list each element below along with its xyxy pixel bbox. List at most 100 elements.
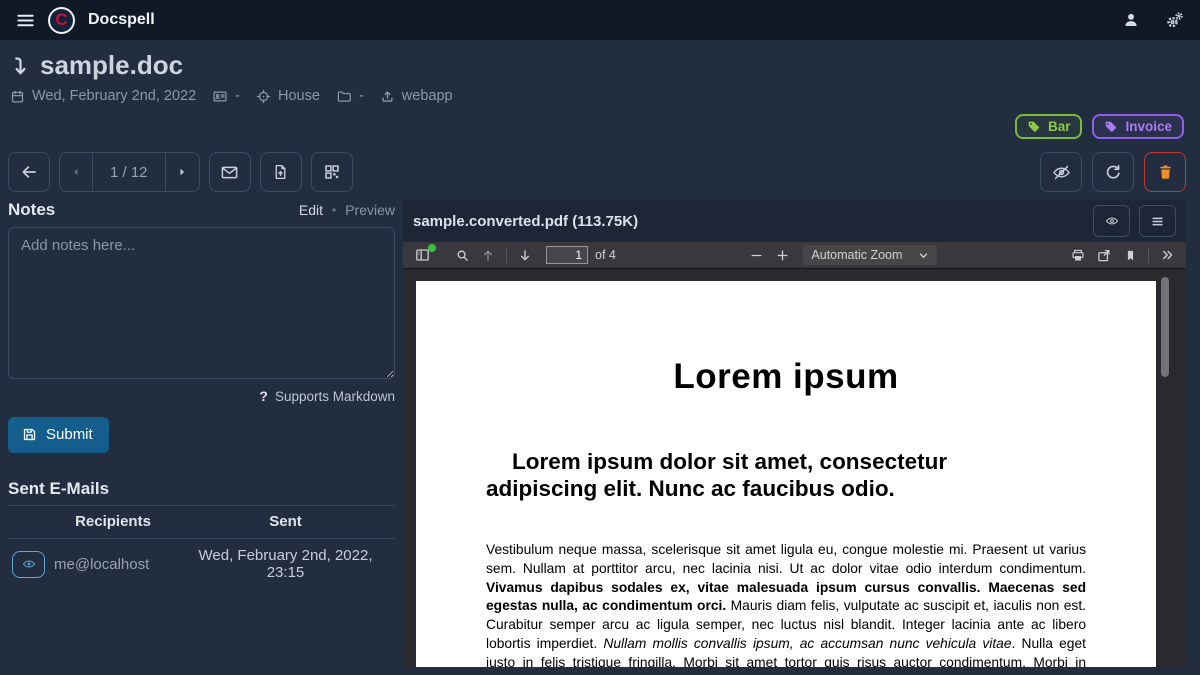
sidebar-toggle-button[interactable] [409, 244, 435, 267]
pdf-header-buttons [1093, 205, 1176, 237]
mail-button[interactable] [209, 152, 251, 192]
sent-emails-title: Sent E-Mails [8, 479, 395, 499]
prev-item-button[interactable] [60, 153, 93, 191]
page-indicator: 1 / 12 [93, 153, 166, 191]
toolbar-right [1040, 152, 1186, 192]
item-title-row: sample.doc [10, 50, 1184, 81]
scrollbar[interactable] [1161, 277, 1169, 377]
mail-recipient: me@localhost [50, 539, 176, 590]
refresh-button[interactable] [1092, 152, 1134, 192]
markdown-hint-label: Supports Markdown [275, 389, 395, 404]
print-icon [1070, 248, 1086, 263]
item-meta-row: Wed, February 2nd, 2022 - House - webapp [10, 88, 1184, 104]
add-file-button[interactable] [260, 152, 302, 192]
meta-date: Wed, February 2nd, 2022 [10, 88, 196, 104]
page-input[interactable] [546, 246, 588, 264]
tag-bar[interactable]: Bar [1015, 114, 1083, 139]
bars-icon [1150, 214, 1165, 229]
question-icon: ? [259, 388, 268, 404]
submit-label: Submit [46, 426, 93, 443]
top-navbar: C Docspell [0, 0, 1200, 40]
settings-icon[interactable] [1165, 11, 1184, 30]
save-file-button[interactable] [1091, 244, 1117, 267]
eye-icon [21, 557, 37, 571]
crosshair-icon [256, 89, 271, 104]
meta-date-value: Wed, February 2nd, 2022 [32, 88, 196, 104]
page-up-button[interactable] [475, 244, 501, 267]
pdf-file-label: sample.converted.pdf (113.75K) [413, 213, 638, 230]
pdf-menu-button[interactable] [1139, 205, 1176, 237]
pdf-viewer[interactable]: Lorem ipsum Lorem ipsum dolor sit amet, … [403, 269, 1186, 667]
edit-link[interactable]: Edit [299, 202, 323, 218]
table-row: me@localhost Wed, February 2nd, 2022, 23… [8, 539, 395, 590]
zoom-out-button[interactable] [743, 244, 769, 267]
col-header-recipients: Recipients [50, 506, 176, 539]
folder-icon [336, 89, 352, 104]
qr-button[interactable] [311, 152, 353, 192]
col-header-sent: Sent [176, 506, 395, 539]
notes-panel: Notes Edit • Preview ? Supports Markdown… [8, 200, 395, 667]
arrow-left-icon [20, 163, 38, 181]
tags-row: Bar Invoice [0, 104, 1200, 139]
view-mail-button[interactable] [12, 551, 45, 578]
bookmark-button[interactable] [1117, 244, 1143, 267]
navbar-right [1123, 11, 1184, 30]
envelope-icon [220, 163, 239, 182]
trash-icon [1157, 163, 1174, 181]
menu-icon[interactable] [16, 11, 35, 30]
caret-right-icon [176, 166, 188, 178]
download-icon [10, 54, 31, 78]
meta-source-value: webapp [402, 88, 453, 104]
arrow-up-icon [481, 248, 495, 263]
download-icon [1096, 248, 1112, 263]
page-title: sample.doc [40, 50, 183, 81]
tag-label: Bar [1048, 119, 1071, 134]
tag-invoice[interactable]: Invoice [1092, 114, 1184, 139]
meta-source: webapp [380, 88, 453, 104]
eye-slash-icon [1052, 163, 1071, 182]
tag-label: Invoice [1125, 119, 1172, 134]
preview-link[interactable]: Preview [345, 202, 395, 218]
next-item-button[interactable] [166, 153, 199, 191]
paragraph-italic-text: Nullam mollis convallis ipsum, ac accums… [603, 636, 1011, 651]
print-button[interactable] [1065, 244, 1091, 267]
page-down-button[interactable] [512, 244, 538, 267]
page-nav-group: 1 / 12 [59, 152, 200, 192]
user-icon[interactable] [1123, 12, 1139, 28]
pdf-preview-button[interactable] [1093, 205, 1130, 237]
notes-textarea[interactable] [8, 227, 395, 379]
meta-folder: - [336, 88, 364, 104]
zoom-in-button[interactable] [769, 244, 795, 267]
zoom-select[interactable]: Automatic Zoom [803, 245, 937, 265]
redo-icon [1104, 163, 1122, 181]
delete-button[interactable] [1144, 152, 1186, 192]
more-tools-button[interactable] [1154, 244, 1180, 267]
paragraph-text: Vestibulum neque massa, scelerisque sit … [486, 542, 1086, 576]
zoom-select-label: Automatic Zoom [811, 248, 902, 262]
dot-separator: • [332, 203, 336, 217]
plus-icon [776, 249, 789, 262]
search-icon [455, 248, 470, 263]
hide-button[interactable] [1040, 152, 1082, 192]
sent-emails-table: Recipients Sent me@localhost Wed, Februa… [8, 505, 395, 589]
submit-button[interactable]: Submit [8, 417, 109, 453]
page-count-label: of 4 [595, 248, 616, 262]
notes-header: Notes Edit • Preview [8, 200, 395, 220]
arrow-down-icon [518, 248, 532, 263]
content: Notes Edit • Preview ? Supports Markdown… [0, 192, 1200, 667]
mail-sent-date: Wed, February 2nd, 2022, 23:15 [176, 539, 395, 590]
app-logo: C [48, 7, 75, 34]
back-button[interactable] [8, 152, 50, 192]
caret-left-icon [70, 166, 82, 178]
double-chevron-right-icon [1160, 248, 1175, 262]
pdfjs-toolbar: of 4 Automatic Zoom [403, 242, 1186, 269]
meta-correspondent-value: - [235, 88, 240, 104]
app-name: Docspell [88, 11, 155, 29]
notification-dot-icon [428, 244, 436, 252]
find-button[interactable] [449, 244, 475, 267]
address-card-icon [212, 89, 228, 104]
meta-folder-value: - [359, 88, 364, 104]
tag-icon [1104, 120, 1118, 134]
notes-title: Notes [8, 200, 55, 220]
tag-icon [1027, 120, 1041, 134]
